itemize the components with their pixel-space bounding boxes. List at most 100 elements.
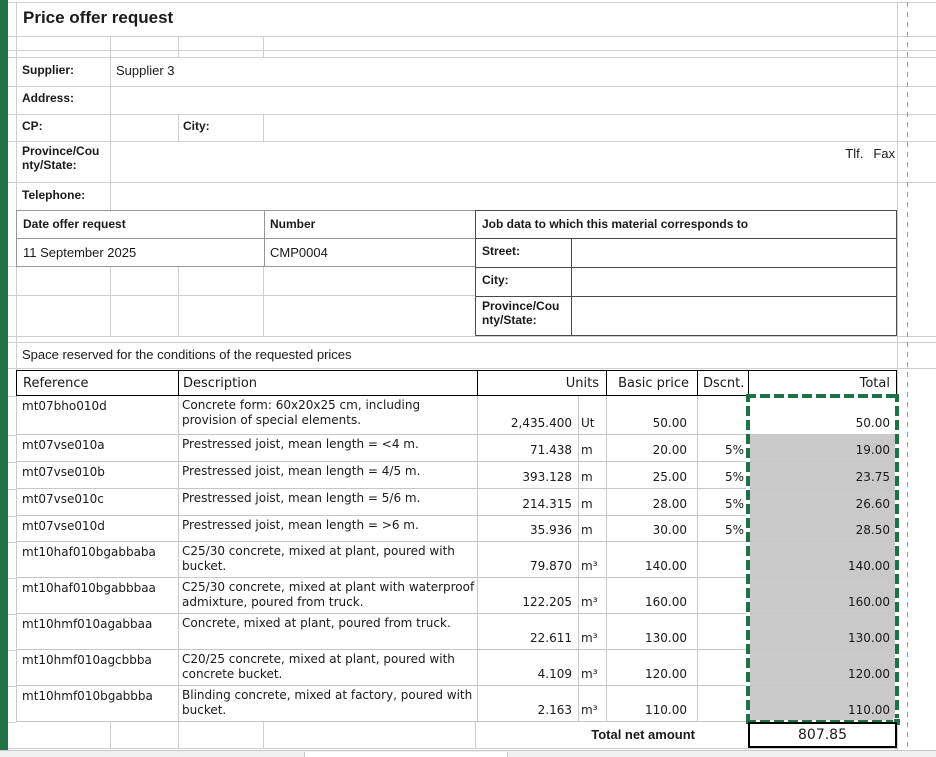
cell-description[interactable]: Prestressed joist, mean length = >6 m. (178, 516, 477, 541)
cell-total[interactable]: 120.00 (748, 650, 897, 685)
header-total: Total (748, 371, 896, 395)
cell-description[interactable]: C20/25 concrete, mixed at plant, poured … (178, 650, 477, 685)
cell-basic-price[interactable]: 110.00 (606, 686, 697, 721)
cell-description[interactable]: Prestressed joist, mean length = 5/6 m. (178, 489, 477, 515)
cell-description[interactable]: Concrete form: 60x20x25 cm, including pr… (178, 396, 477, 434)
cell-basic-price[interactable]: 140.00 (606, 542, 697, 577)
cell-quantity[interactable]: 214.315 (477, 489, 578, 515)
cell-discount[interactable] (697, 614, 748, 649)
cell-discount[interactable] (697, 396, 748, 434)
cell-reference[interactable]: mt10haf010bgabbbaa (16, 578, 178, 613)
cell-reference[interactable]: mt10haf010bgabbaba (16, 542, 178, 577)
cell-total[interactable]: 28.50 (748, 516, 897, 541)
table-row[interactable]: mt07bho010d Concrete form: 60x20x25 cm, … (16, 396, 897, 435)
cell-basic-price[interactable]: 130.00 (606, 614, 697, 649)
cell-total[interactable]: 160.00 (748, 578, 897, 613)
cell-total[interactable]: 19.00 (748, 435, 897, 461)
cell-unit[interactable]: m³ (578, 686, 606, 721)
cell-quantity[interactable]: 22.611 (477, 614, 578, 649)
cell-quantity[interactable]: 79.870 (477, 542, 578, 577)
table-row[interactable]: mt10hmf010agabbaa Concrete, mixed at pla… (16, 614, 897, 650)
supplier-value[interactable]: Supplier 3 (116, 63, 175, 78)
gridline (8, 141, 936, 142)
cell-reference[interactable]: mt10hmf010bgabbba (16, 686, 178, 721)
cell-reference[interactable]: mt10hmf010agcbbba (16, 650, 178, 685)
total-net-amount-value[interactable]: 807.85 (748, 722, 897, 748)
section-line (476, 296, 896, 297)
cell-total[interactable]: 140.00 (748, 542, 897, 577)
page-title: Price offer request (23, 8, 174, 27)
gridline (477, 396, 478, 722)
date-offer-request-value[interactable]: 11 September 2025 (23, 245, 136, 260)
table-row[interactable]: mt07vse010b Prestressed joist, mean leng… (16, 462, 897, 489)
table-row[interactable]: mt10hmf010agcbbba C20/25 concrete, mixed… (16, 650, 897, 686)
gridline (8, 722, 16, 723)
table-header-row: Reference Description Units Basic price … (16, 370, 897, 396)
table-row[interactable]: mt07vse010d Prestressed joist, mean leng… (16, 516, 897, 542)
cell-discount[interactable] (697, 578, 748, 613)
cell-total[interactable]: 50.00 (748, 396, 897, 434)
cell-basic-price[interactable]: 120.00 (606, 650, 697, 685)
table-row[interactable]: mt07vse010a Prestressed joist, mean leng… (16, 435, 897, 462)
cell-reference[interactable]: mt07vse010c (16, 489, 178, 515)
cell-unit[interactable]: m³ (578, 614, 606, 649)
cell-reference[interactable]: mt07bho010d (16, 396, 178, 434)
cell-unit[interactable]: Ut (578, 396, 606, 434)
cell-quantity[interactable]: 393.128 (477, 462, 578, 488)
cell-basic-price[interactable]: 25.00 (606, 462, 697, 488)
cell-discount[interactable]: 5% (697, 516, 748, 541)
cell-description[interactable]: C25/30 concrete, mixed at plant with wat… (178, 578, 477, 613)
cell-quantity[interactable]: 2.163 (477, 686, 578, 721)
cell-basic-price[interactable]: 28.00 (606, 489, 697, 515)
cell-description[interactable]: Concrete, mixed at plant, poured from tr… (178, 614, 477, 649)
cell-total[interactable]: 130.00 (748, 614, 897, 649)
cell-reference[interactable]: mt10hmf010agabbaa (16, 614, 178, 649)
gridline (8, 342, 936, 343)
cell-reference[interactable]: mt07vse010a (16, 435, 178, 461)
cell-unit[interactable]: m³ (578, 542, 606, 577)
cell-basic-price[interactable]: 30.00 (606, 516, 697, 541)
cell-reference[interactable]: mt07vse010b (16, 462, 178, 488)
cell-unit[interactable]: m (578, 489, 606, 515)
cell-quantity[interactable]: 2,435.400 (477, 396, 578, 434)
cell-discount[interactable] (697, 650, 748, 685)
cell-discount[interactable] (697, 542, 748, 577)
cell-description[interactable]: C25/30 concrete, mixed at plant, poured … (178, 542, 477, 577)
gridline (8, 182, 936, 183)
active-sheet-tab[interactable] (304, 752, 508, 757)
cell-description[interactable]: Prestressed joist, mean length = <4 m. (178, 435, 477, 461)
cell-quantity[interactable]: 35.936 (477, 516, 578, 541)
table-row[interactable]: mt07vse010c Prestressed joist, mean leng… (16, 489, 897, 516)
cell-unit[interactable]: m (578, 516, 606, 541)
gridline (178, 396, 179, 722)
cell-basic-price[interactable]: 160.00 (606, 578, 697, 613)
cell-quantity[interactable]: 4.109 (477, 650, 578, 685)
number-value[interactable]: CMP0004 (270, 245, 328, 260)
cell-quantity[interactable]: 122.205 (477, 578, 578, 613)
table-row[interactable]: mt10hmf010bgabbba Blinding concrete, mix… (16, 686, 897, 722)
header-reference: Reference (23, 375, 89, 391)
gridline (8, 516, 16, 517)
cell-discount[interactable]: 5% (697, 462, 748, 488)
cell-unit[interactable]: m (578, 462, 606, 488)
cell-total[interactable]: 110.00 (748, 686, 897, 721)
table-row[interactable]: mt10haf010bgabbbaa C25/30 concrete, mixe… (16, 578, 897, 614)
cell-basic-price[interactable]: 50.00 (606, 396, 697, 434)
request-info-section: Date offer request Number 11 September 2… (16, 210, 476, 267)
cell-description[interactable]: Prestressed joist, mean length = 4/5 m. (178, 462, 477, 488)
table-row[interactable]: mt10haf010bgabbaba C25/30 concrete, mixe… (16, 542, 897, 578)
header-units: Units (477, 371, 606, 395)
cell-total[interactable]: 26.60 (748, 489, 897, 515)
cell-discount[interactable] (697, 686, 748, 721)
cell-reference[interactable]: mt07vse010d (16, 516, 178, 541)
cell-total[interactable]: 23.75 (748, 462, 897, 488)
cell-description[interactable]: Blinding concrete, mixed at factory, pou… (178, 686, 477, 721)
cell-unit[interactable]: m (578, 435, 606, 461)
cell-basic-price[interactable]: 20.00 (606, 435, 697, 461)
cell-discount[interactable]: 5% (697, 489, 748, 515)
cell-discount[interactable]: 5% (697, 435, 748, 461)
cell-unit[interactable]: m³ (578, 578, 606, 613)
section-line (571, 238, 572, 335)
cell-unit[interactable]: m³ (578, 650, 606, 685)
cell-quantity[interactable]: 71.438 (477, 435, 578, 461)
